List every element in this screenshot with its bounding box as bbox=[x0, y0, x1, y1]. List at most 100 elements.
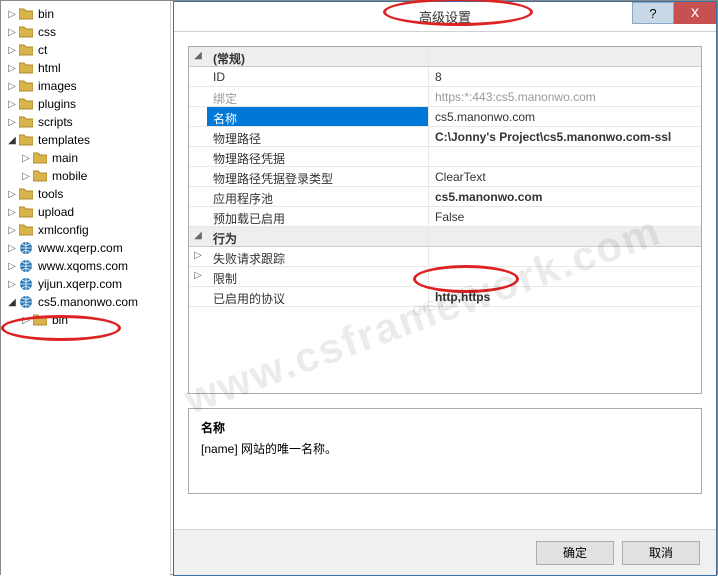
tree-item-label: templates bbox=[38, 133, 90, 147]
close-button[interactable]: x bbox=[674, 2, 716, 24]
tree-item-www-xqerp-com[interactable]: ▷www.xqerp.com bbox=[3, 239, 168, 257]
property-row[interactable]: ▷失败请求跟踪 bbox=[189, 247, 701, 267]
tree-item-ct[interactable]: ▷ ct bbox=[3, 41, 168, 59]
description-title: 名称 bbox=[201, 419, 689, 436]
expand-icon[interactable]: ▷ bbox=[7, 117, 17, 128]
property-row[interactable]: 物理路径C:\Jonny's Project\cs5.manonwo.com-s… bbox=[189, 127, 701, 147]
property-row[interactable]: ▷限制 bbox=[189, 267, 701, 287]
tree-item-label: bin bbox=[52, 313, 68, 327]
property-value[interactable]: cs5.manonwo.com bbox=[429, 107, 701, 126]
tree-item-scripts[interactable]: ▷scripts bbox=[3, 113, 168, 131]
property-value[interactable]: 8 bbox=[429, 67, 701, 86]
expand-icon bbox=[189, 147, 207, 166]
tree-item-bin[interactable]: ▷bin bbox=[3, 5, 168, 23]
property-row[interactable]: 应用程序池cs5.manonwo.com bbox=[189, 187, 701, 207]
collapse-icon[interactable]: ◢ bbox=[189, 47, 207, 66]
tree-item-upload[interactable]: ▷upload bbox=[3, 203, 168, 221]
folder-icon bbox=[18, 60, 34, 76]
expand-icon[interactable]: ▷ bbox=[21, 153, 31, 164]
property-row[interactable]: 物理路径凭据登录类型ClearText bbox=[189, 167, 701, 187]
tree-item-plugins[interactable]: ▷ plugins bbox=[3, 95, 168, 113]
tree-item-xmlconfig[interactable]: ▷ xmlconfig bbox=[3, 221, 168, 239]
tree-item-main[interactable]: ▷main bbox=[3, 149, 168, 167]
property-value[interactable]: http,https bbox=[429, 287, 701, 306]
property-value[interactable]: False bbox=[429, 207, 701, 226]
tree-item-label: plugins bbox=[38, 97, 76, 111]
expand-icon[interactable]: ▷ bbox=[189, 247, 207, 266]
expand-icon[interactable]: ▷ bbox=[7, 99, 17, 110]
expand-icon[interactable]: ▷ bbox=[7, 63, 17, 74]
expand-icon[interactable]: ▷ bbox=[7, 225, 17, 236]
property-value[interactable]: C:\Jonny's Project\cs5.manonwo.com-ssl bbox=[429, 127, 701, 146]
collapse-icon[interactable]: ◢ bbox=[189, 227, 207, 246]
help-button[interactable]: ? bbox=[632, 2, 674, 24]
tree-item-tools[interactable]: ▷ tools bbox=[3, 185, 168, 203]
expand-icon bbox=[189, 67, 207, 86]
property-value[interactable]: cs5.manonwo.com bbox=[429, 187, 701, 206]
expand-icon[interactable]: ▷ bbox=[7, 207, 17, 218]
expand-icon[interactable]: ▷ bbox=[7, 189, 17, 200]
folder-icon bbox=[32, 312, 48, 328]
property-value[interactable]: ClearText bbox=[429, 167, 701, 186]
expand-icon bbox=[189, 167, 207, 186]
expand-icon[interactable]: ▷ bbox=[189, 267, 207, 286]
expand-icon[interactable]: ▷ bbox=[7, 279, 17, 290]
tree-item-images[interactable]: ▷images bbox=[3, 77, 168, 95]
tree-item-www-xqoms-com[interactable]: ▷www.xqoms.com bbox=[3, 257, 168, 275]
property-value[interactable]: https:*:443:cs5.manonwo.com bbox=[429, 87, 701, 106]
folder-icon bbox=[18, 222, 34, 238]
property-row[interactable]: 绑定https:*:443:cs5.manonwo.com bbox=[189, 87, 701, 107]
property-row[interactable]: ID8 bbox=[189, 67, 701, 87]
property-row[interactable]: 名称cs5.manonwo.com bbox=[189, 107, 701, 127]
tree-item-label: ct bbox=[38, 43, 47, 57]
property-row[interactable]: 物理路径凭据 bbox=[189, 147, 701, 167]
globe-icon bbox=[18, 258, 34, 274]
advanced-settings-dialog: 高级设置 ? x ◢(常规)ID8绑定https:*:443:cs5.manon… bbox=[173, 1, 717, 576]
expand-icon[interactable]: ▷ bbox=[7, 9, 17, 20]
ok-button[interactable]: 确定 bbox=[536, 541, 614, 565]
property-key: 名称 bbox=[207, 107, 429, 126]
expand-icon[interactable]: ◢ bbox=[7, 297, 17, 308]
expand-icon bbox=[189, 107, 207, 126]
property-row[interactable]: 预加载已启用False bbox=[189, 207, 701, 227]
property-key: 物理路径凭据登录类型 bbox=[207, 167, 429, 186]
tree-item-cs5-manonwo-com[interactable]: ◢cs5.manonwo.com bbox=[3, 293, 168, 311]
cancel-button[interactable]: 取消 bbox=[622, 541, 700, 565]
tree-item-label: xmlconfig bbox=[38, 223, 89, 237]
tree-item-label: tools bbox=[38, 187, 63, 201]
title-buttons: ? x bbox=[632, 2, 716, 24]
folder-icon bbox=[32, 168, 48, 184]
tree-item-label: mobile bbox=[52, 169, 87, 183]
expand-icon[interactable]: ▷ bbox=[7, 243, 17, 254]
tree-item-templates[interactable]: ◢ templates bbox=[3, 131, 168, 149]
tree-item-bin[interactable]: ▷ bin bbox=[3, 311, 168, 329]
property-value[interactable] bbox=[429, 267, 701, 286]
group-header[interactable]: ◢(常规) bbox=[189, 47, 701, 67]
expand-icon[interactable]: ▷ bbox=[7, 261, 17, 272]
folder-icon bbox=[18, 96, 34, 112]
expand-icon bbox=[189, 207, 207, 226]
tree-item-yijun-xqerp-com[interactable]: ▷yijun.xqerp.com bbox=[3, 275, 168, 293]
expand-icon[interactable]: ▷ bbox=[7, 27, 17, 38]
property-key: ID bbox=[207, 67, 429, 86]
property-row[interactable]: 已启用的协议http,https bbox=[189, 287, 701, 307]
tree-item-css[interactable]: ▷ css bbox=[3, 23, 168, 41]
expand-icon[interactable]: ▷ bbox=[7, 45, 17, 56]
expand-icon[interactable]: ▷ bbox=[21, 315, 31, 326]
tree-item-mobile[interactable]: ▷ mobile bbox=[3, 167, 168, 185]
folder-icon bbox=[18, 42, 34, 58]
tree-item-html[interactable]: ▷html bbox=[3, 59, 168, 77]
expand-icon[interactable]: ▷ bbox=[7, 81, 17, 92]
expand-icon[interactable]: ▷ bbox=[21, 171, 31, 182]
property-key: 绑定 bbox=[207, 87, 429, 106]
group-header[interactable]: ◢行为 bbox=[189, 227, 701, 247]
property-value[interactable] bbox=[429, 247, 701, 266]
expand-icon[interactable]: ◢ bbox=[7, 135, 17, 146]
expand-icon bbox=[189, 187, 207, 206]
tree-item-label: css bbox=[38, 25, 56, 39]
property-grid[interactable]: ◢(常规)ID8绑定https:*:443:cs5.manonwo.com名称c… bbox=[188, 46, 702, 394]
property-key: 失败请求跟踪 bbox=[207, 247, 429, 266]
folder-icon bbox=[18, 132, 34, 148]
property-value[interactable] bbox=[429, 147, 701, 166]
title-bar: 高级设置 ? x bbox=[174, 2, 716, 32]
